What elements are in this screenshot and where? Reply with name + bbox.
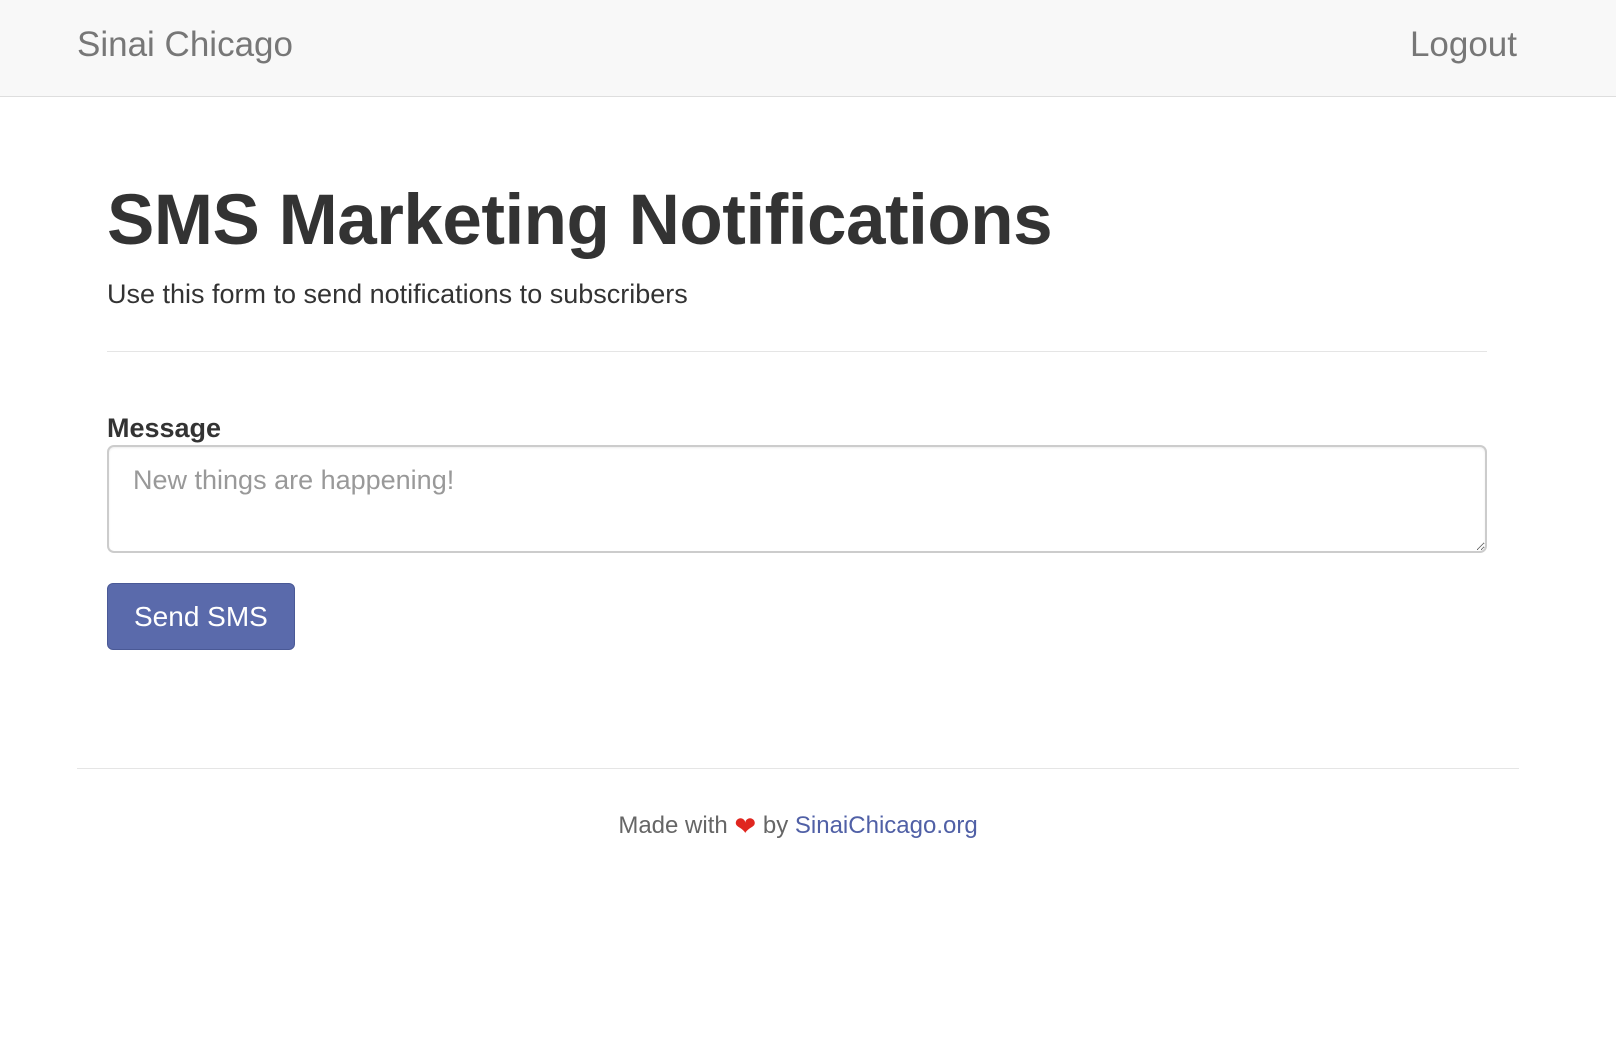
main-content: SMS Marketing Notifications Use this for… bbox=[107, 97, 1487, 650]
send-sms-button[interactable]: Send SMS bbox=[107, 583, 295, 650]
divider bbox=[107, 351, 1487, 352]
message-input[interactable] bbox=[107, 445, 1487, 553]
page-subtitle: Use this form to send notifications to s… bbox=[107, 279, 688, 309]
top-navbar: Sinai Chicago Logout bbox=[0, 0, 1616, 97]
footer-link[interactable]: SinaiChicago.org bbox=[795, 812, 978, 839]
logout-link[interactable]: Logout bbox=[1410, 25, 1517, 65]
brand-link[interactable]: Sinai Chicago bbox=[77, 25, 293, 65]
footer: Made with ❤ by SinaiChicago.org bbox=[77, 768, 1519, 841]
footer-by: by bbox=[762, 812, 789, 839]
footer-made-with: Made with bbox=[618, 812, 728, 839]
message-label: Message bbox=[107, 413, 222, 443]
page-title: SMS Marketing Notifications bbox=[107, 181, 1053, 260]
sms-form: Message Send SMS bbox=[107, 411, 1487, 650]
heart-icon: ❤ bbox=[734, 811, 757, 841]
